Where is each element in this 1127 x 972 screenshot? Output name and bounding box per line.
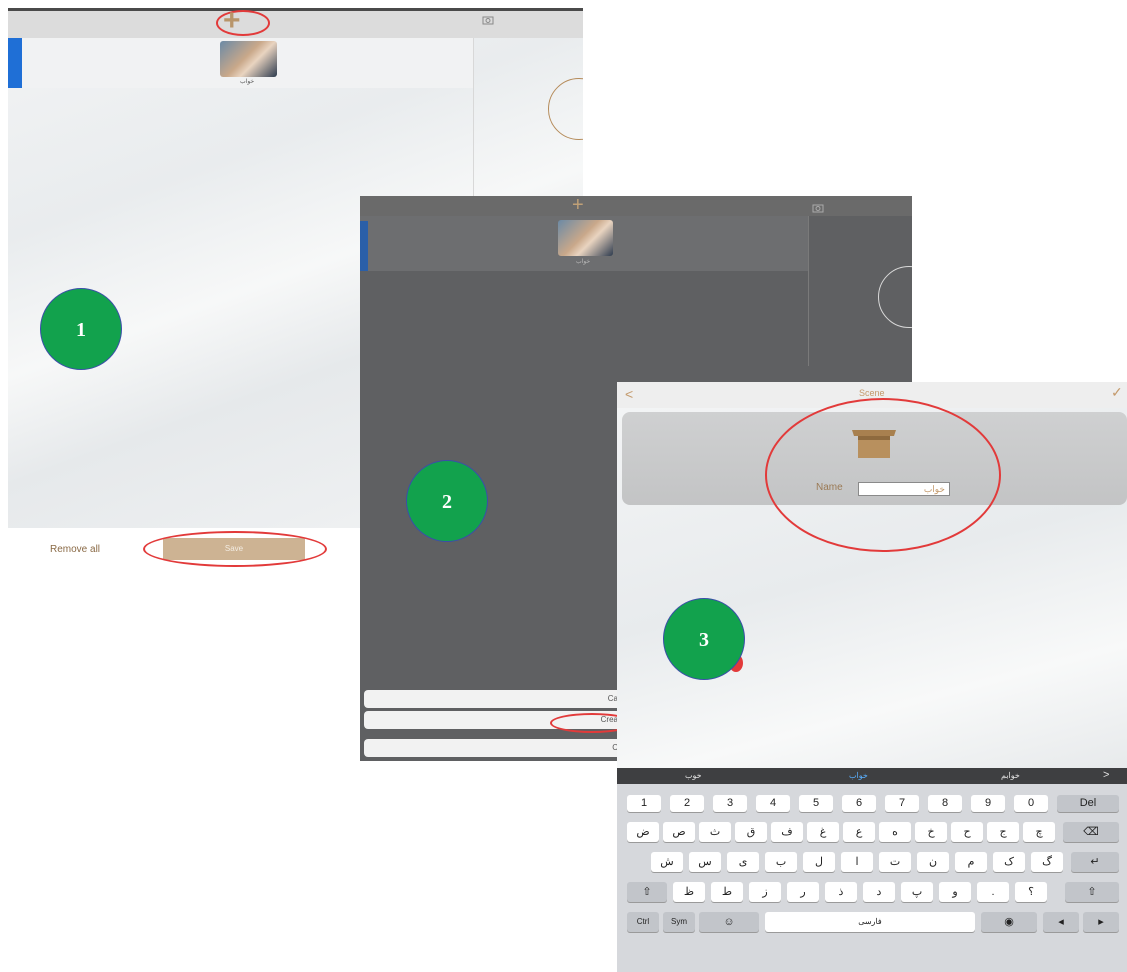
add-scene-button[interactable]: + [572,196,584,217]
step-badge-2: 2 [406,460,488,542]
delete-key[interactable]: Del [1057,795,1119,812]
enter-key[interactable]: ↵ [1071,852,1119,872]
room-thumbnail [558,220,613,256]
room-list-item[interactable]: خواب [8,38,473,88]
key[interactable]: ظ [673,882,705,902]
key[interactable]: ؟ [1015,882,1047,902]
key[interactable]: 1 [627,795,661,812]
emoji-key[interactable]: ☺ [699,912,759,932]
ctrl-key[interactable]: Ctrl [627,912,659,932]
back-button[interactable]: < [625,386,633,402]
backspace-key[interactable]: ⌫ [1063,822,1119,842]
key[interactable]: 2 [670,795,704,812]
sym-key[interactable]: Sym [663,912,695,932]
key[interactable]: س [689,852,721,872]
key[interactable]: ذ [825,882,857,902]
key[interactable]: م [955,852,987,872]
camera-icon[interactable] [812,200,824,218]
key[interactable]: چ [1023,822,1055,842]
camera-icon[interactable] [482,15,494,28]
top-toolbar [8,8,583,38]
shift-key[interactable]: ⇧ [627,882,667,902]
scene-control-arc[interactable] [878,266,912,328]
key[interactable]: 7 [885,795,919,812]
key[interactable]: ت [879,852,911,872]
divider [473,38,474,198]
key[interactable]: ع [843,822,875,842]
key[interactable]: ی [727,852,759,872]
highlight-circle [765,398,1001,552]
key[interactable]: 0 [1014,795,1048,812]
divider [808,216,809,366]
suggestion-bar: خوب خواب خوابم > [617,768,1127,784]
top-toolbar: + [360,196,912,216]
remove-all-button[interactable]: Remove all [50,544,100,555]
key[interactable]: 6 [842,795,876,812]
key[interactable]: د [863,882,895,902]
keyboard: خوب خواب خوابم > 1 2 3 4 5 6 7 8 9 0 Del… [617,768,1127,972]
key[interactable]: ب [765,852,797,872]
sheet-button-1[interactable]: Ca [364,690,624,708]
room-list-item[interactable]: خواب [360,216,808,271]
key[interactable]: و [939,882,971,902]
shift-key[interactable]: ⇧ [1065,882,1119,902]
key[interactable]: 3 [713,795,747,812]
key[interactable]: ط [711,882,743,902]
left-arrow-key[interactable]: ◂ [1043,912,1079,932]
key[interactable]: ث [699,822,731,842]
key[interactable]: ا [841,852,873,872]
room-label: خواب [576,259,591,265]
step-badge-1: 1 [40,288,122,370]
space-key[interactable]: فارسی [765,912,975,932]
room-label: خواب [240,79,255,85]
suggestion-3[interactable]: خوابم [1001,771,1020,780]
key[interactable]: ص [663,822,695,842]
key[interactable]: ه [879,822,911,842]
key[interactable]: ق [735,822,767,842]
key[interactable]: خ [915,822,947,842]
key[interactable]: 5 [799,795,833,812]
suggestion-2[interactable]: خواب [849,771,868,780]
add-scene-button[interactable]: + [223,8,241,36]
key[interactable]: پ [901,882,933,902]
suggestion-arrow[interactable]: > [1103,769,1109,781]
key[interactable]: غ [807,822,839,842]
selection-indicator [360,221,368,271]
step-badge-3: 3 [663,598,745,680]
key[interactable]: ک [993,852,1025,872]
room-thumbnail [220,41,277,77]
suggestion-1[interactable]: خوب [685,771,702,780]
key[interactable]: ض [627,822,659,842]
confirm-button[interactable]: ✓ [1111,384,1123,401]
key[interactable]: ر [787,882,819,902]
key[interactable]: ش [651,852,683,872]
key[interactable]: ح [951,822,983,842]
right-arrow-key[interactable]: ▸ [1083,912,1119,932]
key[interactable]: 9 [971,795,1005,812]
key[interactable]: ز [749,882,781,902]
key[interactable]: ل [803,852,835,872]
scene-control-arc[interactable] [548,78,583,140]
settings-key[interactable]: ◉ [981,912,1037,932]
key[interactable]: ن [917,852,949,872]
key[interactable]: 8 [928,795,962,812]
sheet-button-3[interactable]: C [364,739,624,757]
highlight-circle [143,531,327,567]
key[interactable]: ف [771,822,803,842]
selection-indicator [8,38,22,88]
key[interactable]: . [977,882,1009,902]
key[interactable]: 4 [756,795,790,812]
page-title: Scene [859,388,885,398]
key[interactable]: گ [1031,852,1063,872]
key[interactable]: ج [987,822,1019,842]
